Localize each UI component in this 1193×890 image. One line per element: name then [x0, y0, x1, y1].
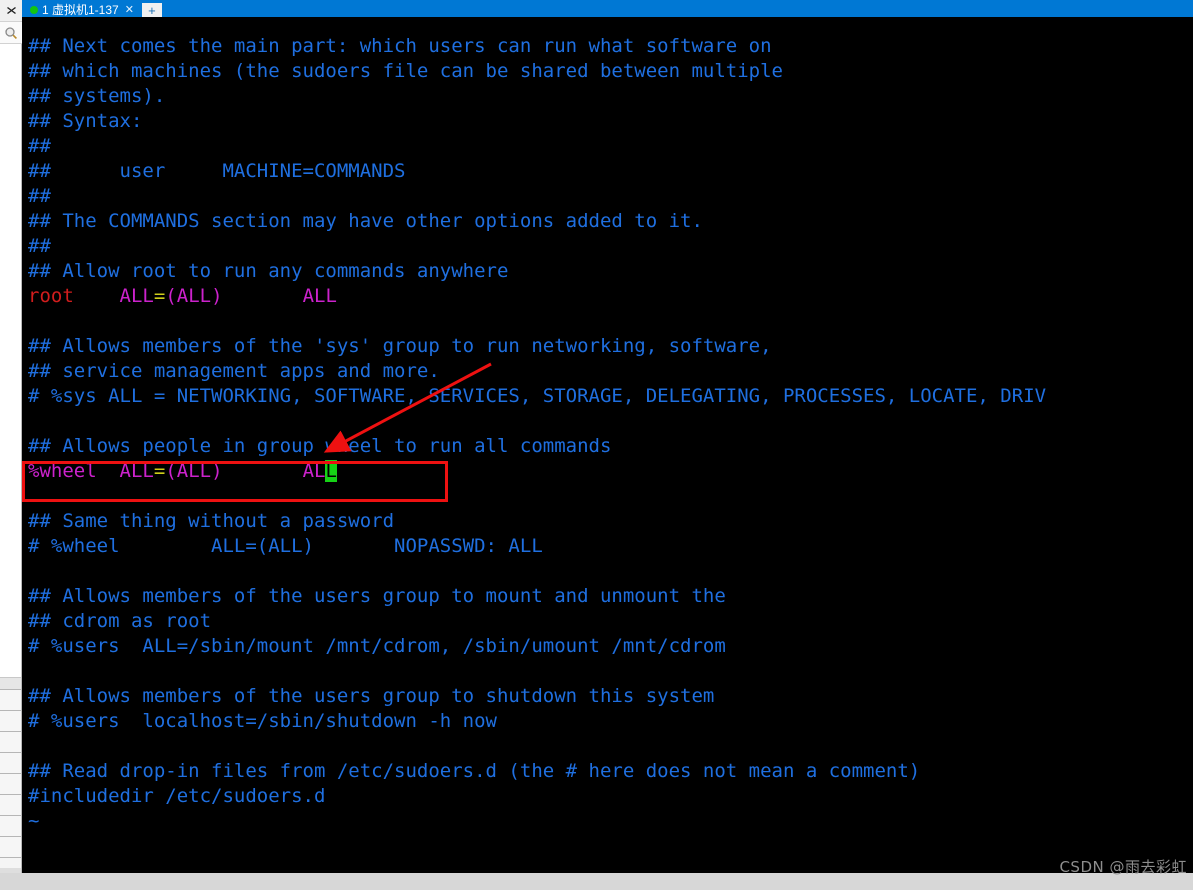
list-item[interactable] — [0, 753, 21, 774]
terminal-line: # %users localhost=/sbin/shutdown -h now — [28, 709, 1193, 734]
terminal-line: # %sys ALL = NETWORKING, SOFTWARE, SERVI… — [28, 384, 1193, 409]
terminal-line: #includedir /etc/sudoers.d — [28, 784, 1193, 809]
left-sidebar — [0, 0, 22, 890]
tab-label: 1 虚拟机1-137 — [42, 2, 119, 17]
terminal-text: ## Next comes the main part: which users… — [28, 35, 772, 57]
list-item[interactable] — [0, 837, 21, 858]
terminal-text: # %wheel ALL=(ALL) NOPASSWD: ALL — [28, 535, 543, 557]
bottom-status-strip — [0, 873, 1193, 890]
terminal-text: # %sys ALL = NETWORKING, SOFTWARE, SERVI… — [28, 385, 1047, 407]
terminal-text: root — [28, 285, 74, 307]
terminal-text: ## Syntax: — [28, 110, 143, 132]
list-item[interactable] — [0, 795, 21, 816]
terminal-line: ## Allows members of the 'sys' group to … — [28, 334, 1193, 359]
terminal-line: ## — [28, 234, 1193, 259]
terminal-line: ## systems). — [28, 84, 1193, 109]
terminal-line: ## cdrom as root — [28, 609, 1193, 634]
sidebar-blank-panel — [0, 44, 21, 678]
terminal-text: ALL — [302, 285, 337, 307]
terminal-pane[interactable]: ## Next comes the main part: which users… — [22, 17, 1193, 873]
terminal-line: ## The COMMANDS section may have other o… — [28, 209, 1193, 234]
terminal-text: ## user MACHINE=COMMANDS — [28, 160, 406, 182]
terminal-text: ## Allows members of the 'sys' group to … — [28, 335, 772, 357]
terminal-text: AL — [302, 460, 326, 482]
terminal-text: ## Allows people in group wheel to run a… — [28, 435, 612, 457]
terminal-line: # %wheel ALL=(ALL) NOPASSWD: ALL — [28, 534, 1193, 559]
terminal-text: ## service management apps and more. — [28, 360, 440, 382]
terminal-text-buffer: ## Next comes the main part: which users… — [28, 34, 1193, 834]
terminal-line: ## — [28, 184, 1193, 209]
sidebar-close-button[interactable] — [0, 0, 22, 22]
list-item[interactable] — [0, 774, 21, 795]
terminal-text: ~ — [28, 810, 40, 832]
new-tab-button[interactable]: + — [141, 3, 162, 17]
terminal-line: ## Same thing without a password — [28, 509, 1193, 534]
search-icon — [5, 26, 17, 39]
terminal-text: ## The COMMANDS section may have other o… — [28, 210, 703, 232]
text-cursor: L — [325, 460, 337, 482]
terminal-text: (ALL) — [165, 460, 223, 482]
terminal-line: ~ — [28, 809, 1193, 834]
terminal-line: ## Read drop-in files from /etc/sudoers.… — [28, 759, 1193, 784]
terminal-line: ## Syntax: — [28, 109, 1193, 134]
terminal-line: ## Allows members of the users group to … — [28, 584, 1193, 609]
terminal-text: # %users ALL=/sbin/mount /mnt/cdrom, /sb… — [28, 635, 726, 657]
application-window: 1 虚拟机1-137 ✕ + ## Next comes the main pa… — [0, 0, 1193, 890]
watermark-text: CSDN @雨去彩虹 — [1059, 858, 1187, 876]
terminal-text: = — [153, 285, 166, 307]
tab-strip: 1 虚拟机1-137 ✕ + — [22, 0, 1193, 17]
terminal-text: ## Allow root to run any commands anywhe… — [28, 260, 509, 282]
terminal-text: %wheel — [28, 460, 97, 482]
list-item[interactable] — [0, 816, 21, 837]
terminal-text: ## Allows members of the users group to … — [28, 685, 715, 707]
terminal-text: ## — [28, 235, 51, 257]
terminal-line: ## Allow root to run any commands anywhe… — [28, 259, 1193, 284]
sidebar-search-button[interactable] — [0, 22, 22, 44]
terminal-text: ## which machines (the sudoers file can … — [28, 60, 783, 82]
terminal-line: root ALL=(ALL) ALL — [28, 284, 1193, 309]
terminal-text: ALL — [119, 285, 154, 307]
list-item[interactable] — [0, 678, 21, 690]
terminal-line: ## Allows members of the users group to … — [28, 684, 1193, 709]
sidebar-session-list[interactable] — [0, 678, 21, 868]
terminal-line: ## user MACHINE=COMMANDS — [28, 159, 1193, 184]
list-item[interactable] — [0, 732, 21, 753]
terminal-line: ## service management apps and more. — [28, 359, 1193, 384]
list-item[interactable] — [0, 711, 21, 732]
close-icon — [6, 6, 16, 15]
terminal-text: ## Read drop-in files from /etc/sudoers.… — [28, 760, 921, 782]
terminal-text: # %users localhost=/sbin/shutdown -h now — [28, 710, 497, 732]
terminal-text: ## cdrom as root — [28, 610, 212, 632]
terminal-line: ## Next comes the main part: which users… — [28, 34, 1193, 59]
list-item[interactable] — [0, 690, 21, 711]
terminal-text: (ALL) — [165, 285, 223, 307]
terminal-text: ## — [28, 135, 51, 157]
connected-status-icon — [30, 5, 38, 14]
terminal-line: ## — [28, 134, 1193, 159]
terminal-text: ## Same thing without a password — [28, 510, 395, 532]
terminal-text: ## Allows members of the users group to … — [28, 585, 726, 607]
tab-close-icon[interactable]: ✕ — [125, 4, 134, 15]
terminal-text: ## — [28, 185, 51, 207]
terminal-text: ALL — [119, 460, 154, 482]
tab-virtual-machine-137[interactable]: 1 虚拟机1-137 ✕ — [22, 1, 140, 17]
terminal-text: ## systems). — [28, 85, 166, 107]
terminal-text: = — [153, 460, 166, 482]
terminal-line: ## Allows people in group wheel to run a… — [28, 434, 1193, 459]
terminal-text: #includedir /etc/sudoers.d — [28, 785, 326, 807]
terminal-line: # %users ALL=/sbin/mount /mnt/cdrom, /sb… — [28, 634, 1193, 659]
terminal-line: %wheel ALL=(ALL) ALL — [28, 459, 1193, 484]
terminal-line: ## which machines (the sudoers file can … — [28, 59, 1193, 84]
